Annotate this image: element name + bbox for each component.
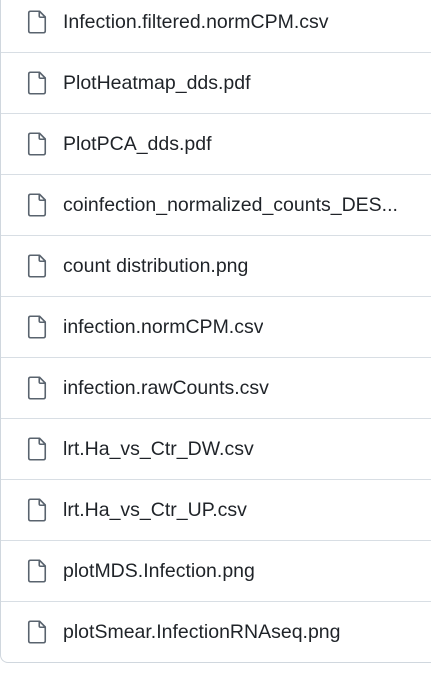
file-row[interactable]: coinfection_normalized_counts_DES... bbox=[1, 175, 431, 236]
file-icon bbox=[25, 193, 49, 217]
file-row[interactable]: Infection.filtered.normCPM.csv bbox=[1, 0, 431, 53]
file-icon bbox=[25, 71, 49, 95]
file-row[interactable]: infection.normCPM.csv bbox=[1, 297, 431, 358]
file-name[interactable]: count distribution.png bbox=[63, 254, 248, 278]
file-name[interactable]: lrt.Ha_vs_Ctr_UP.csv bbox=[63, 498, 247, 522]
file-icon bbox=[25, 620, 49, 644]
file-icon bbox=[25, 10, 49, 34]
file-name[interactable]: lrt.Ha_vs_Ctr_DW.csv bbox=[63, 437, 254, 461]
file-icon bbox=[25, 254, 49, 278]
file-list: Infection.filtered.normCPM.csv PlotHeatm… bbox=[0, 0, 431, 663]
file-row[interactable]: PlotHeatmap_dds.pdf bbox=[1, 53, 431, 114]
file-row[interactable]: lrt.Ha_vs_Ctr_DW.csv bbox=[1, 419, 431, 480]
file-icon bbox=[25, 559, 49, 583]
file-icon bbox=[25, 498, 49, 522]
file-icon bbox=[25, 376, 49, 400]
file-name[interactable]: Infection.filtered.normCPM.csv bbox=[63, 10, 329, 34]
file-name[interactable]: plotMDS.Infection.png bbox=[63, 559, 255, 583]
file-row[interactable]: count distribution.png bbox=[1, 236, 431, 297]
file-name[interactable]: coinfection_normalized_counts_DES... bbox=[63, 193, 398, 217]
file-name[interactable]: infection.rawCounts.csv bbox=[63, 376, 269, 400]
file-row[interactable]: PlotPCA_dds.pdf bbox=[1, 114, 431, 175]
file-name[interactable]: PlotPCA_dds.pdf bbox=[63, 132, 212, 156]
file-name[interactable]: plotSmear.InfectionRNAseq.png bbox=[63, 620, 341, 644]
file-row[interactable]: plotSmear.InfectionRNAseq.png bbox=[1, 602, 431, 662]
file-row[interactable]: lrt.Ha_vs_Ctr_UP.csv bbox=[1, 480, 431, 541]
file-icon bbox=[25, 315, 49, 339]
file-name[interactable]: PlotHeatmap_dds.pdf bbox=[63, 71, 251, 95]
file-icon bbox=[25, 437, 49, 461]
file-name[interactable]: infection.normCPM.csv bbox=[63, 315, 263, 339]
file-icon bbox=[25, 132, 49, 156]
file-row[interactable]: infection.rawCounts.csv bbox=[1, 358, 431, 419]
file-row[interactable]: plotMDS.Infection.png bbox=[1, 541, 431, 602]
